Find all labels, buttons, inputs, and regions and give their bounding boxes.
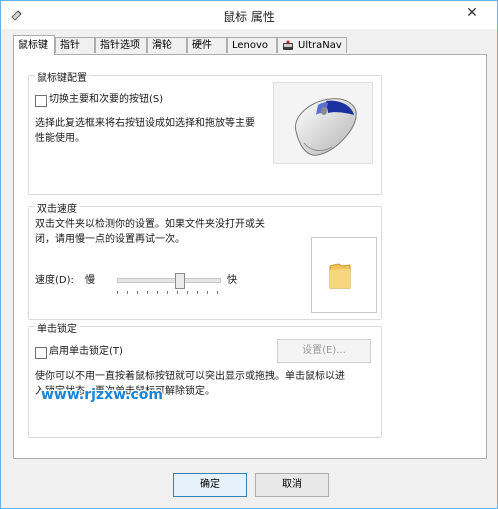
slider-tick [157,291,158,294]
mouse-illustration [273,82,373,164]
speed-slider-thumb[interactable] [175,273,185,289]
button-config-heading: 鼠标键配置 [35,69,89,84]
speed-slider-track [117,278,221,283]
slow-label: 慢 [85,275,95,286]
mouse-image [294,98,357,156]
tab-buttons[interactable]: 鼠标键 [13,35,55,55]
fast-label: 快 [227,275,237,286]
close-icon: ✕ [466,5,478,21]
mouse-properties-window: 鼠标 属性 ✕ 鼠标键 指针 指针选项 滑轮 硬件 Lenovo UltraNa… [0,0,498,509]
click-lock-group: 单击锁定 启用单击锁定(T) 设置(E)... 使你可以不用一直按着鼠标按钮就可… [28,320,382,438]
tab-hardware[interactable]: 硬件 [187,37,227,53]
click-lock-heading: 单击锁定 [35,320,79,335]
speed-label: 速度(D): [35,275,74,286]
title-bar: 鼠标 属性 ✕ [1,1,497,29]
tab-ultranav-label: UltraNav [298,40,342,51]
button-config-description-2: 性能使用。 [35,133,85,144]
cancel-button[interactable]: 取消 [255,473,329,497]
speed-slider[interactable] [117,273,221,299]
slider-tick [147,291,148,294]
button-config-description-1: 选择此复选框来将右按钮设成如选择和拖放等主要 [35,118,255,129]
test-folder-icon[interactable] [328,260,352,290]
double-click-description-2: 闭，请用慢一点的设置再试一次。 [35,234,185,245]
double-click-description-1: 双击文件夹以检测你的设置。如果文件夹没打开或关 [35,219,265,230]
slider-tick [177,291,178,294]
test-area [311,237,377,313]
watermark: www.rjzxw.com [41,387,163,403]
close-button[interactable]: ✕ [457,2,487,24]
slider-tick [207,291,208,294]
tab-pointers[interactable]: 指针 [55,37,95,53]
tab-ultranav[interactable]: UltraNav [277,37,347,53]
slider-tick [167,291,168,294]
slider-tick [127,291,128,294]
ok-button[interactable]: 确定 [173,473,247,497]
click-lock-description-1: 使你可以不用一直按着鼠标按钮就可以突出显示或拖拽。单击鼠标以进 [35,371,345,382]
button-config-group: 鼠标键配置 切换主要和次要的按钮(S) 选择此复选框来将右按钮设成如选择和拖放等… [28,69,382,195]
slider-tick [197,291,198,294]
slider-tick [187,291,188,294]
slider-tick [217,291,218,294]
ultranav-icon [283,40,293,50]
dialog-footer: 确定 取消 [1,461,497,508]
double-click-group: 双击速度 双击文件夹以检测你的设置。如果文件夹没打开或关 闭，请用慢一点的设置再… [28,200,382,320]
click-lock-settings-button[interactable]: 设置(E)... [277,339,371,363]
switch-buttons-label[interactable]: 切换主要和次要的按钮(S) [49,92,163,107]
switch-buttons-checkbox[interactable] [35,95,47,107]
window-title: 鼠标 属性 [223,10,275,24]
tab-wheel[interactable]: 滑轮 [147,37,187,53]
click-lock-checkbox[interactable] [35,347,47,359]
tab-lenovo[interactable]: Lenovo [227,37,277,53]
click-lock-label[interactable]: 启用单击锁定(T) [49,344,123,359]
slider-tick [137,291,138,294]
slider-tick [117,291,118,294]
double-click-heading: 双击速度 [35,200,79,215]
tab-pointer-options[interactable]: 指针选项 [95,37,147,53]
